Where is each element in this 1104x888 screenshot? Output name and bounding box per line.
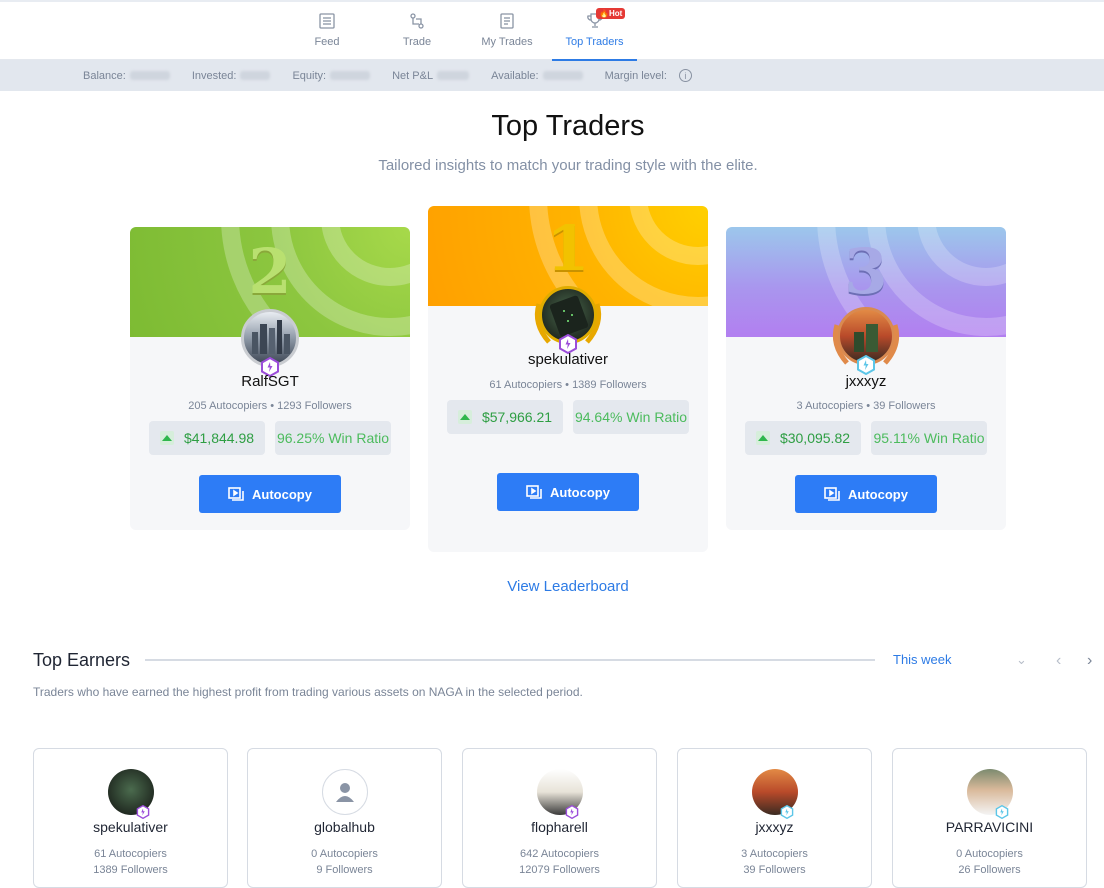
avatar[interactable] — [967, 769, 1013, 819]
hot-badge: 🔥Hot — [596, 8, 626, 19]
view-leaderboard-link[interactable]: View Leaderboard — [0, 578, 1104, 595]
trader-name[interactable]: PARRAVICINI — [893, 819, 1086, 835]
rank-number: 1 — [546, 212, 590, 285]
info-icon[interactable]: i — [678, 69, 692, 82]
win-ratio-pill: 96.25% Win Ratio — [275, 421, 391, 455]
tab-top-traders[interactable]: 🔥Hot Top Traders — [552, 2, 637, 61]
trader-name[interactable]: spekulativer — [428, 351, 708, 368]
avatar[interactable] — [752, 769, 798, 819]
followers-count: 9 Followers — [316, 864, 373, 876]
user-placeholder-icon — [336, 783, 354, 802]
autocopiers-count: 0 Autocopiers — [956, 848, 1023, 860]
premium-badge-icon — [136, 805, 150, 819]
avatar[interactable] — [534, 286, 602, 354]
my-trades-icon — [500, 13, 514, 29]
rank-number: 2 — [248, 235, 292, 308]
profit-pill: $41,844.98 — [149, 421, 265, 455]
earner-card[interactable]: jxxxyz 3 Autocopiers 39 Followers — [677, 748, 872, 888]
arrow-up-icon — [159, 431, 174, 445]
podium-card-rank-1: 1 spekulativer 61 Autocopiers • 1389 Fol… — [428, 206, 708, 552]
profit-pill: $30,095.82 — [745, 421, 861, 455]
earner-card[interactable]: globalhub 0 Autocopiers 9 Followers — [247, 748, 442, 888]
netpl-item: Net P&L — [392, 70, 470, 82]
trader-name[interactable]: globalhub — [248, 819, 441, 835]
win-ratio-pill: 94.64% Win Ratio — [573, 400, 689, 434]
invested-item: Invested: — [192, 70, 271, 82]
section-description: Traders who have earned the highest prof… — [33, 685, 583, 699]
avatar[interactable] — [537, 769, 583, 819]
premium-badge-icon — [565, 805, 579, 819]
autocopiers-count: 3 Autocopiers — [741, 848, 808, 860]
tab-label: Top Traders — [565, 36, 624, 48]
verified-badge-icon — [780, 805, 794, 819]
autocopiers-count: 61 Autocopiers — [94, 848, 167, 860]
tab-label: My Trades — [481, 36, 533, 48]
rank-number: 3 — [844, 235, 888, 308]
followers-count: 1389 Followers — [93, 864, 168, 876]
tab-feed[interactable]: Feed — [282, 2, 372, 60]
trader-stats: 3 Autocopiers • 39 Followers — [796, 400, 936, 412]
available-item: Available: — [491, 70, 583, 82]
trader-name[interactable]: spekulativer — [34, 819, 227, 835]
trader-stats: 61 Autocopiers • 1389 Followers — [489, 379, 647, 391]
trader-name[interactable]: jxxxyz — [678, 819, 871, 835]
arrow-up-icon — [457, 410, 472, 424]
avatar[interactable] — [832, 307, 900, 375]
autocopy-icon — [824, 487, 840, 501]
followers-count: 12079 Followers — [519, 864, 600, 876]
autocopy-icon — [228, 487, 244, 501]
autocopiers-count: 642 Autocopiers — [520, 848, 599, 860]
page-title: Top Traders — [491, 110, 645, 142]
autocopy-button[interactable]: Autocopy — [199, 475, 341, 513]
earner-card[interactable]: PARRAVICINI 0 Autocopiers 26 Followers — [892, 748, 1087, 888]
trader-name[interactable]: flopharell — [463, 819, 656, 835]
autocopy-icon — [526, 485, 542, 499]
tab-label: Trade — [402, 36, 432, 48]
tab-label: Feed — [314, 36, 340, 48]
verified-badge-icon — [995, 805, 1009, 819]
trade-icon — [410, 13, 424, 29]
followers-count: 39 Followers — [743, 864, 806, 876]
section-title: Top Earners — [33, 650, 131, 670]
avatar[interactable] — [241, 309, 299, 377]
podium-card-rank-2: 2 RalfSGT 205 Autocopiers • 1293 Followe… — [130, 227, 410, 530]
chevron-right-icon[interactable]: › — [1087, 652, 1092, 670]
tab-trade[interactable]: Trade — [372, 2, 462, 60]
chevron-left-icon[interactable]: ‹ — [1056, 652, 1061, 670]
earner-card[interactable]: flopharell 642 Autocopiers 12079 Followe… — [462, 748, 657, 888]
trader-name[interactable]: RalfSGT — [130, 373, 410, 390]
trader-name[interactable]: jxxxyz — [726, 373, 1006, 390]
page-subtitle: Tailored insights to match your trading … — [378, 157, 758, 174]
section-divider — [145, 659, 875, 661]
equity-item: Equity: — [292, 70, 371, 82]
margin-item: Margin level: i — [605, 69, 692, 82]
win-ratio-pill: 95.11% Win Ratio — [871, 421, 987, 455]
avatar[interactable] — [322, 769, 368, 815]
followers-count: 26 Followers — [958, 864, 1021, 876]
period-select[interactable]: This week — [893, 652, 952, 667]
earner-card[interactable]: spekulativer 61 Autocopiers 1389 Followe… — [33, 748, 228, 888]
autocopy-button[interactable]: Autocopy — [497, 473, 639, 511]
avatar[interactable] — [108, 769, 154, 819]
arrow-up-icon — [755, 431, 770, 445]
balance-item: Balance: — [83, 70, 170, 82]
main-nav: Feed Trade My Trades 🔥Hot Top Traders — [0, 2, 1104, 61]
autocopiers-count: 0 Autocopiers — [311, 848, 378, 860]
chevron-down-icon[interactable]: ⌄ — [1016, 652, 1027, 668]
podium-card-rank-3: 3 jxxxyz 3 Autocopiers • 39 Followers $3… — [726, 227, 1006, 530]
feed-icon — [319, 13, 335, 29]
profit-pill: $57,966.21 — [447, 400, 563, 434]
tab-my-trades[interactable]: My Trades — [462, 2, 552, 60]
autocopy-button[interactable]: Autocopy — [795, 475, 937, 513]
trader-stats: 205 Autocopiers • 1293 Followers — [188, 400, 352, 412]
balance-bar: Balance: Invested: Equity: Net P&L Avail… — [0, 60, 1104, 91]
verified-badge-icon — [857, 355, 875, 375]
